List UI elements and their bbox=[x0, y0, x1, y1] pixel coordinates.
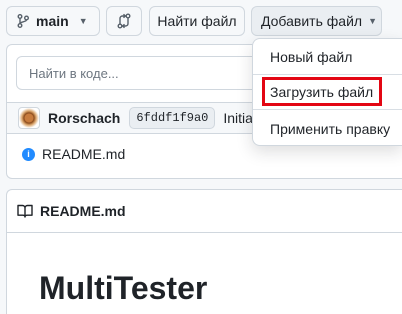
commit-author[interactable]: Rorschach bbox=[48, 110, 120, 126]
git-branch-icon bbox=[17, 14, 29, 28]
compare-branches-button[interactable] bbox=[106, 6, 142, 36]
info-icon: i bbox=[22, 147, 35, 161]
add-file-label: Добавить файл bbox=[261, 13, 363, 29]
find-file-button[interactable]: Найти файл bbox=[149, 6, 245, 36]
avatar[interactable] bbox=[18, 107, 40, 129]
search-placeholder: Найти в коде... bbox=[29, 65, 119, 81]
menu-divider bbox=[253, 109, 402, 110]
book-icon bbox=[17, 204, 33, 218]
highlight-box bbox=[262, 77, 382, 106]
commit-sha[interactable]: 6fddf1f9a0 bbox=[129, 107, 216, 129]
menu-item-apply-patch[interactable]: Применить правку bbox=[253, 115, 402, 143]
add-file-dropdown-menu: Новый файл Загрузить файл Применить прав… bbox=[252, 38, 402, 146]
branch-selector-button[interactable]: main ▼ bbox=[6, 6, 100, 36]
code-search-input[interactable]: Найти в коде... bbox=[16, 56, 266, 90]
menu-divider bbox=[253, 74, 402, 75]
find-file-label: Найти файл bbox=[157, 13, 237, 29]
menu-item-label: Применить правку bbox=[270, 121, 391, 137]
menu-item-new-file[interactable]: Новый файл bbox=[253, 43, 402, 71]
chevron-down-icon: ▼ bbox=[368, 16, 377, 26]
branch-name: main bbox=[36, 13, 69, 29]
chevron-down-icon: ▼ bbox=[78, 16, 88, 26]
file-name: README.md bbox=[42, 146, 126, 162]
git-compare-icon bbox=[117, 13, 131, 29]
readme-header: README.md bbox=[7, 190, 402, 233]
readme-panel: README.md MultiTester bbox=[6, 189, 402, 314]
readme-title: MultiTester bbox=[39, 270, 208, 306]
readme-header-label: README.md bbox=[40, 203, 126, 219]
add-file-button[interactable]: Добавить файл ▼ bbox=[251, 6, 382, 36]
menu-item-label: Новый файл bbox=[270, 49, 353, 65]
list-item[interactable]: i README.md bbox=[22, 146, 125, 162]
